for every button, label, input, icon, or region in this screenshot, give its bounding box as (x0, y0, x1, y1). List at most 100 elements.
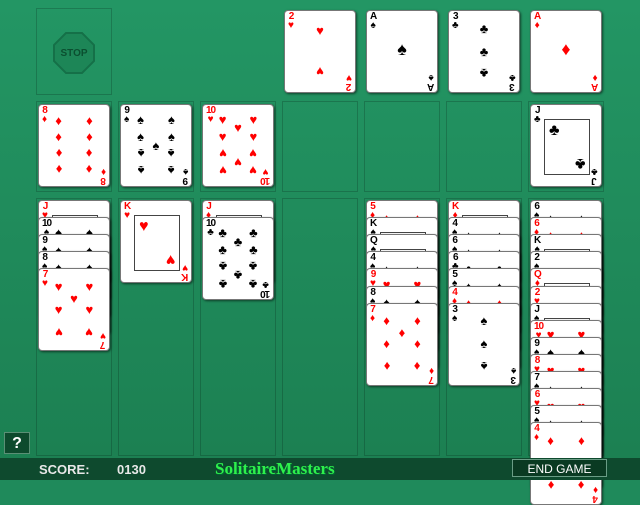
clubs-icon: ♣ (218, 224, 227, 240)
spades-icon: ♠ (182, 166, 188, 177)
tableau-card[interactable]: 3 ♠ 3 ♠ ♠ ♠ ♠ (448, 302, 520, 386)
stop-icon: STOP (55, 34, 93, 72)
spades-icon: ♠ (397, 38, 407, 59)
diamonds-icon: ♦ (100, 166, 106, 177)
card-index: 4♦ (592, 484, 598, 505)
spades-icon: ♠ (137, 112, 145, 128)
card-index: 3 ♠ (511, 365, 516, 385)
hearts-icon: ♥ (42, 278, 48, 290)
diamonds-icon: ♦ (592, 72, 598, 83)
clubs-icon: ♣ (249, 242, 258, 258)
spades-icon: ♠ (137, 128, 145, 144)
clubs-icon: ♣ (233, 233, 243, 249)
hearts-icon: ♥ (100, 330, 106, 342)
help-button[interactable]: ? (4, 432, 30, 454)
diamonds-icon: ♦ (86, 145, 93, 161)
clubs-icon: ♣ (479, 66, 489, 82)
diamonds-icon: ♦ (578, 478, 585, 494)
spades-icon: ♠ (137, 146, 145, 162)
clubs-icon: ♣ (249, 224, 258, 240)
court-figure: ♣ ♣ (544, 119, 590, 175)
card-index: 7 ♥ (42, 270, 48, 290)
foundation-card-2[interactable]: A ♠ A ♠ ♠ (366, 10, 438, 93)
diamonds-icon: ♦ (86, 129, 93, 145)
clubs-icon: ♣ (207, 227, 214, 239)
card-rank: 4 (593, 493, 598, 505)
foundation-card-4[interactable]: A ♦ A ♦ ♦ (530, 10, 602, 93)
clubs-icon: ♣ (591, 166, 598, 177)
card-index: 3 ♣ (509, 72, 516, 92)
diamonds-icon: ♦ (383, 358, 390, 374)
reserve-card-3[interactable]: 10 ♥ 10 ♥ ♥ ♥ ♥ ♥ ♥ ♥ ♥ ♥ ♥ ♥ (202, 104, 274, 187)
foundation-card-3[interactable]: 3 ♣ 3 ♣ ♣ ♣ ♣ (448, 10, 520, 93)
clubs-icon: ♣ (509, 72, 516, 83)
diamonds-icon: ♦ (370, 312, 376, 324)
card-index: K ♥ (124, 202, 131, 221)
diamonds-icon: ♦ (55, 129, 62, 145)
hearts-icon: ♥ (346, 72, 352, 83)
card-index: 3 ♠ (452, 304, 458, 323)
card-index: 2♥ (288, 12, 294, 31)
card-index: A ♠ (428, 72, 434, 92)
card-index: J ♣ (534, 106, 541, 125)
hearts-icon: ♥ (54, 324, 63, 340)
card-index: 3 ♣ (452, 12, 459, 31)
tableau-column-4[interactable] (282, 198, 358, 456)
hearts-icon: ♥ (165, 251, 176, 268)
reserve-slot-6[interactable] (446, 101, 522, 192)
card-index: 10♥ (206, 106, 216, 125)
hearts-icon: ♥ (316, 23, 324, 39)
spades-icon: ♠ (167, 112, 175, 128)
hearts-icon: ♥ (249, 145, 258, 161)
card-index: A ♦ (534, 12, 541, 31)
hearts-icon: ♥ (288, 20, 294, 31)
diamonds-icon: ♦ (547, 433, 554, 449)
reserve-card-7[interactable]: J ♣ J ♣ ♣ ♣ (530, 104, 602, 187)
court-figure: ♥♥ (134, 215, 180, 271)
card-index: J ♣ (591, 166, 598, 186)
card-index: 9♠ (182, 166, 188, 186)
tableau-card[interactable]: 10 ♣ 10 ♣ ♣ ♣ ♣ ♣ ♣ ♣ ♣ ♣ ♣ ♣ (202, 217, 274, 301)
card-index: 10 ♣ (261, 279, 270, 299)
hearts-icon: ♥ (54, 301, 63, 317)
spades-icon: ♠ (167, 162, 175, 178)
reserve-slot-5[interactable] (364, 101, 440, 192)
diamonds-icon: ♦ (398, 324, 406, 340)
hearts-icon: ♥ (54, 279, 63, 295)
reserve-card-1[interactable]: 8 ♦ 8 ♦ ♦ ♦ ♦ ♦ ♦ ♦ ♦ ♦ (38, 104, 110, 187)
hearts-icon: ♥ (85, 301, 94, 317)
foundation-card-1[interactable]: 2 ♥ 2 ♥ ♥ ♥ (284, 10, 356, 93)
diamonds-icon: ♦ (578, 433, 585, 449)
diamonds-icon: ♦ (86, 113, 93, 129)
tableau-card[interactable]: K ♥ K ♥ ♥ ♥ (120, 200, 192, 283)
hearts-icon: ♥ (218, 145, 227, 161)
tableau-card[interactable]: 7 ♥ 7 ♥ ♥ ♥ ♥ ♥ ♥ ♥ ♥ (38, 268, 110, 352)
diamonds-icon: ♦ (592, 484, 598, 496)
end-game-button[interactable]: END GAME (512, 459, 607, 477)
spades-icon: ♠ (167, 146, 175, 162)
hearts-icon: ♥ (70, 290, 78, 306)
card-index: A ♠ (370, 12, 377, 31)
spades-icon: ♠ (480, 358, 488, 374)
tableau-card[interactable]: 7 ♦ 7 ♦ ♦ ♦ ♦ ♦ ♦ ♦ ♦ (366, 302, 438, 386)
clubs-icon: ♣ (549, 122, 560, 139)
diamonds-icon: ♦ (55, 161, 62, 177)
card-index: 10♥ (261, 166, 270, 186)
score-value: 0130 (117, 462, 146, 477)
stop-label: STOP (60, 47, 88, 59)
brand-logo: SolitaireMasters (215, 459, 335, 478)
hearts-icon: ♥ (249, 163, 258, 179)
diamonds-icon: ♦ (414, 313, 421, 329)
card-rank: 7 (100, 339, 106, 351)
game-board: STOP 2 ♥ 2 ♥ ♥ ♥ A ♠ A ♠ ♠ 3 ♣ 3 ♣ ♣ ♣ ♣ A ♦ A ♦ ♦ 8 ♦ 8 ♦ ♦ ♦ ♦ ♦ ♦ ♦ ♦ ♦… (0, 0, 640, 505)
hearts-icon: ♥ (139, 218, 149, 235)
hearts-icon: ♥ (249, 129, 258, 145)
clubs-icon: ♣ (233, 267, 243, 283)
hearts-icon: ♥ (85, 279, 94, 295)
card-index: 7 ♦ (429, 365, 434, 385)
hearts-icon: ♥ (218, 129, 227, 145)
diamonds-icon: ♦ (414, 358, 421, 374)
reserve-slot-4[interactable] (282, 101, 358, 192)
reserve-card-2[interactable]: 9 ♠ 9 ♠ ♠ ♠ ♠ ♠ ♠ ♠ ♠ ♠ ♠ (120, 104, 192, 187)
hearts-icon: ♥ (249, 111, 258, 127)
